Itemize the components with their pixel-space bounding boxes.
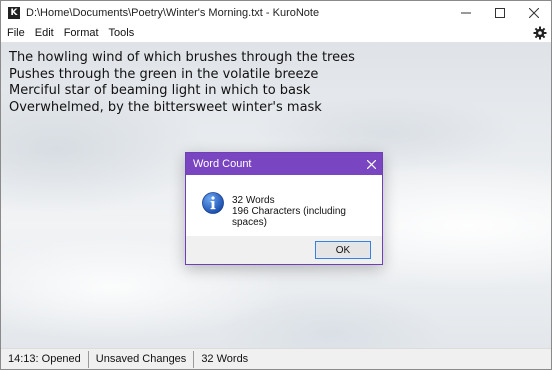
dialog-close-button[interactable] <box>360 153 382 175</box>
menu-tools[interactable]: Tools <box>104 25 140 42</box>
character-count-text: 196 Characters (including spaces) <box>232 206 346 228</box>
status-word-count: 32 Words <box>201 352 249 365</box>
window-title: D:\Home\Documents\Poetry\Winter's Mornin… <box>26 7 320 19</box>
text-line: Overwhelmed, by the bittersweet winter's… <box>9 99 322 115</box>
editor-area[interactable]: The howling wind of which brushes throug… <box>1 42 551 348</box>
maximize-button[interactable] <box>483 1 517 25</box>
maximize-icon <box>495 8 505 18</box>
minimize-icon <box>461 12 471 14</box>
word-count-dialog: Word Count 32 Words 196 Characters (incl… <box>185 152 383 265</box>
text-line: Merciful star of beaming light in which … <box>9 83 311 98</box>
title-bar[interactable]: K D:\Home\Documents\Poetry\Winter's Morn… <box>1 1 551 25</box>
status-last-event: 14:13: Opened <box>8 352 81 365</box>
main-window: K D:\Home\Documents\Poetry\Winter's Morn… <box>0 0 552 370</box>
menu-bar: File Edit Format Tools <box>1 25 551 42</box>
dialog-title: Word Count <box>193 158 252 170</box>
menu-format[interactable]: Format <box>59 25 104 42</box>
settings-button[interactable] <box>533 26 547 40</box>
text-line: Pushes through the green in the volatile… <box>9 66 319 82</box>
dialog-title-bar[interactable]: Word Count <box>186 153 382 175</box>
close-icon <box>529 8 539 18</box>
window-controls <box>449 1 551 25</box>
status-bar: 14:13: Opened Unsaved Changes 32 Words <box>1 348 551 369</box>
info-icon <box>202 192 224 214</box>
word-count-text: 32 Words <box>232 195 275 206</box>
status-save-state: Unsaved Changes <box>95 352 187 365</box>
dialog-message: 32 Words 196 Characters (including space… <box>232 195 382 228</box>
close-icon <box>366 159 376 169</box>
editor-text[interactable]: The howling wind of which brushes throug… <box>9 50 355 116</box>
menu-file[interactable]: File <box>1 25 30 42</box>
minimize-button[interactable] <box>449 1 483 25</box>
dialog-footer: OK <box>186 236 382 264</box>
text-line: The howling wind of which brushes throug… <box>9 50 355 65</box>
gear-icon <box>533 26 547 40</box>
ok-button[interactable]: OK <box>315 241 371 259</box>
close-window-button[interactable] <box>517 1 551 25</box>
menu-edit[interactable]: Edit <box>30 25 59 42</box>
dialog-body: 32 Words 196 Characters (including space… <box>186 175 382 237</box>
kuronote-app-icon: K <box>8 7 20 19</box>
